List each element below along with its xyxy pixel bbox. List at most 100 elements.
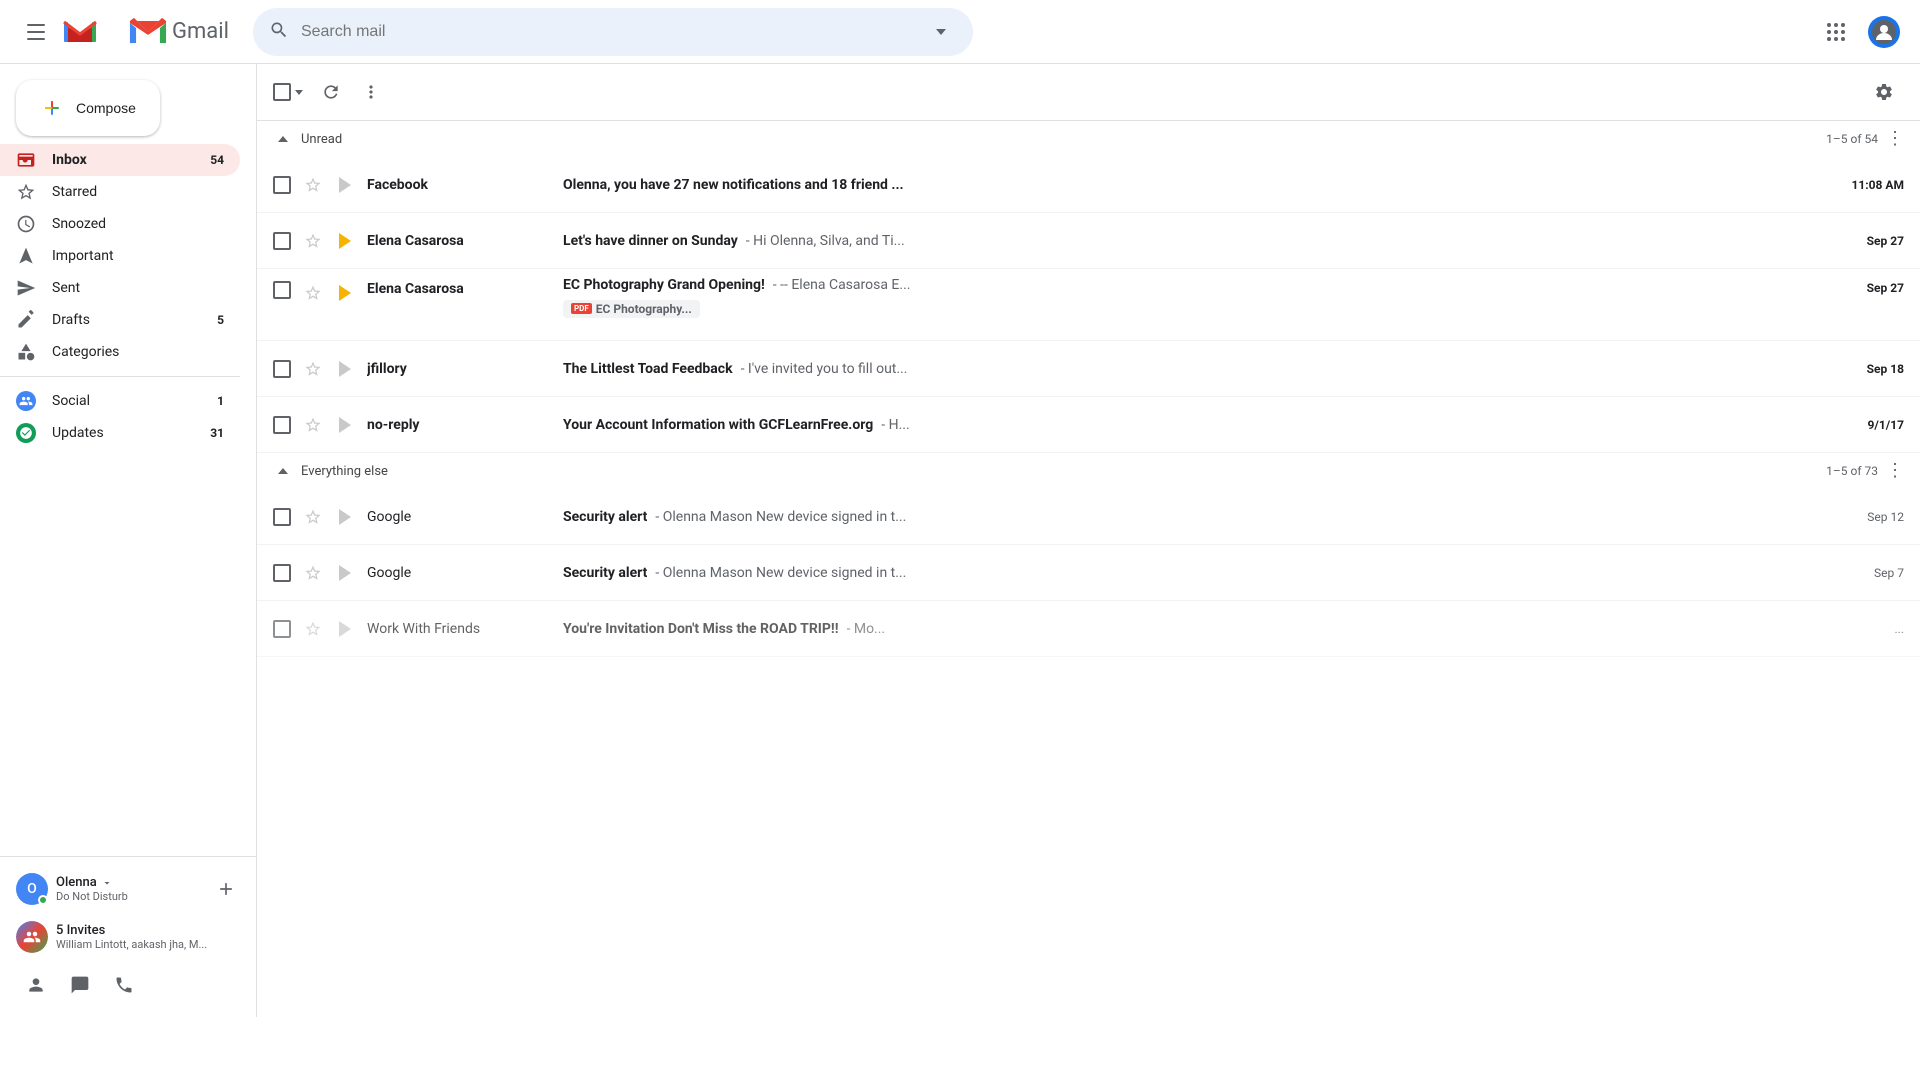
add-account-button[interactable]	[212, 875, 240, 903]
hamburger-icon	[27, 24, 45, 40]
email-checkbox-1[interactable]	[273, 176, 291, 194]
star-button-3[interactable]	[299, 279, 327, 307]
important-marker-6[interactable]	[331, 503, 359, 531]
email-row[interactable]: Work With Friends You're Invitation Don'…	[257, 601, 1920, 657]
email-checkbox-4[interactable]	[273, 360, 291, 378]
sender-6: Google	[367, 509, 547, 525]
email-row[interactable]: Elena Casarosa EC Photography Grand Open…	[257, 269, 1920, 341]
important-marker-8[interactable]	[331, 615, 359, 643]
email-checkbox-5[interactable]	[273, 416, 291, 434]
marker-arrow-icon	[339, 177, 351, 193]
gmail-logo-icon	[60, 12, 100, 52]
everything-else-section-header[interactable]: Everything else 1–5 of 73 ⋮	[257, 453, 1920, 489]
email-checkbox-3[interactable]	[273, 281, 291, 299]
search-options-button[interactable]	[925, 16, 957, 48]
drafts-badge: 5	[204, 313, 224, 327]
sidebar-item-categories[interactable]: Categories	[0, 336, 240, 368]
user-initials: O	[27, 881, 37, 897]
menu-button[interactable]	[16, 12, 56, 52]
phone-button[interactable]	[104, 965, 144, 1005]
star-button-5[interactable]	[299, 411, 327, 439]
email-row[interactable]: Facebook Olenna, you have 27 new notific…	[257, 157, 1920, 213]
sidebar-item-social[interactable]: Social 1	[0, 385, 240, 417]
star-icon	[304, 176, 322, 194]
drafts-label: Drafts	[52, 312, 188, 328]
invites-subtitle: William Lintott, aakash jha, M...	[56, 938, 216, 951]
everything-else-more-button[interactable]: ⋮	[1886, 462, 1904, 480]
email-checkbox-7[interactable]	[273, 564, 291, 582]
updates-label: Updates	[52, 425, 188, 441]
gmail-logo-area[interactable]	[60, 12, 104, 52]
sidebar-item-updates[interactable]: Updates 31	[0, 417, 240, 449]
select-dropdown-icon[interactable]	[295, 90, 303, 95]
star-button-8[interactable]	[299, 615, 327, 643]
email-row[interactable]: Google Security alert - Olenna Mason New…	[257, 489, 1920, 545]
important-marker-4[interactable]	[331, 355, 359, 383]
sidebar-item-important[interactable]: Important	[0, 240, 240, 272]
important-icon	[16, 246, 36, 266]
invites-info: 5 Invites William Lintott, aakash jha, M…	[56, 923, 240, 951]
email-row[interactable]: Elena Casarosa Let's have dinner on Sund…	[257, 213, 1920, 269]
email-preview-8: - Mo...	[847, 621, 886, 637]
gmail-branding[interactable]: Gmail	[128, 17, 229, 47]
sidebar-item-sent[interactable]: Sent	[0, 272, 240, 304]
search-input[interactable]	[301, 23, 925, 41]
sidebar: Compose Inbox 54 Starred	[0, 64, 256, 1017]
email-preview-5: - H...	[881, 417, 909, 433]
select-all-checkbox[interactable]	[273, 83, 291, 101]
sidebar-item-drafts[interactable]: Drafts 5	[0, 304, 240, 336]
email-subject-1: Olenna, you have 27 new notifications an…	[563, 177, 904, 193]
user-row[interactable]: O Olenna Do Not Disturb	[8, 865, 248, 913]
sidebar-item-inbox[interactable]: Inbox 54	[0, 144, 240, 176]
email-row[interactable]: Google Security alert - Olenna Mason New…	[257, 545, 1920, 601]
more-options-button[interactable]	[351, 72, 391, 112]
unread-collapse-icon	[273, 129, 293, 149]
email-content-6: Security alert - Olenna Mason New device…	[563, 509, 1851, 525]
star-button-7[interactable]	[299, 559, 327, 587]
unread-more-button[interactable]: ⋮	[1886, 130, 1904, 148]
attachment-chip-3[interactable]: PDF EC Photography...	[563, 300, 700, 318]
search-bar[interactable]	[253, 8, 973, 56]
sidebar-item-snoozed[interactable]: Snoozed	[0, 208, 240, 240]
compose-button[interactable]: Compose	[16, 80, 160, 136]
header-right	[1816, 12, 1904, 52]
star-button-6[interactable]	[299, 503, 327, 531]
refresh-button[interactable]	[311, 72, 351, 112]
email-preview-3: - -- Elena Casarosa E...	[773, 277, 911, 293]
email-checkbox-2[interactable]	[273, 232, 291, 250]
social-label: Social	[52, 393, 188, 409]
more-icon	[361, 82, 381, 102]
email-date-4: Sep 18	[1867, 362, 1904, 376]
important-marker-1[interactable]	[331, 171, 359, 199]
sender-3: Elena Casarosa	[367, 281, 547, 297]
important-marker-7[interactable]	[331, 559, 359, 587]
important-marker-2[interactable]	[331, 227, 359, 255]
email-content-1: Olenna, you have 27 new notifications an…	[563, 177, 1836, 193]
apps-button[interactable]	[1816, 12, 1856, 52]
email-row[interactable]: jfillory The Littlest Toad Feedback - I'…	[257, 341, 1920, 397]
star-button-1[interactable]	[299, 171, 327, 199]
email-row[interactable]: no-reply Your Account Information with G…	[257, 397, 1920, 453]
snoozed-label: Snoozed	[52, 216, 224, 232]
compose-plus-icon	[40, 96, 64, 120]
settings-button[interactable]	[1864, 72, 1904, 112]
star-button-2[interactable]	[299, 227, 327, 255]
email-checkbox-8[interactable]	[273, 620, 291, 638]
star-icon	[304, 232, 322, 250]
email-content-7: Security alert - Olenna Mason New device…	[563, 565, 1858, 581]
gmail-m-icon	[128, 17, 168, 47]
contacts-button[interactable]	[16, 965, 56, 1005]
unread-section-header[interactable]: Unread 1–5 of 54 ⋮	[257, 121, 1920, 157]
chat-button[interactable]	[60, 965, 100, 1005]
sent-label: Sent	[52, 280, 224, 296]
account-button[interactable]	[1864, 12, 1904, 52]
everything-else-count: 1–5 of 73	[1826, 464, 1878, 478]
unread-section-title: Unread	[301, 132, 1826, 147]
important-marker-5[interactable]	[331, 411, 359, 439]
star-button-4[interactable]	[299, 355, 327, 383]
important-marker-3[interactable]	[331, 279, 359, 307]
bottom-icons	[8, 961, 248, 1009]
invites-row[interactable]: 5 Invites William Lintott, aakash jha, M…	[8, 913, 248, 961]
sidebar-item-starred[interactable]: Starred	[0, 176, 240, 208]
email-checkbox-6[interactable]	[273, 508, 291, 526]
